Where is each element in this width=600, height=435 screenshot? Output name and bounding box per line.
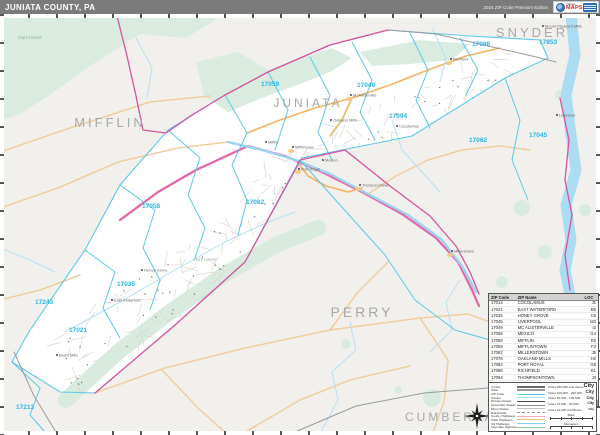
scale-bar: Kilometers [548, 422, 594, 429]
zip-label: 17853 [539, 39, 557, 46]
legend-city-row: Cities 250,000 And Above City [548, 383, 594, 390]
county-label: JUNIATA [273, 96, 342, 110]
town-label: Blairs Mills [59, 352, 78, 357]
town-label: Oakland Mills [333, 117, 357, 122]
town-dot [322, 159, 324, 161]
town-label: Mifflintown [295, 144, 314, 149]
zip-label: 17049 [357, 82, 375, 89]
town-dot [111, 299, 113, 301]
title-bar: JUNIATA COUNTY, PA 2024 ZIP Code Premium… [0, 0, 600, 14]
town-label: Millerstown [454, 248, 474, 253]
town-dot [451, 250, 453, 252]
town-dot [265, 141, 267, 143]
town-label: Cocolamus [399, 123, 419, 128]
map-legend: County State ZIP Code Stream Primary Roads Se… [488, 382, 597, 432]
town-dot [556, 114, 558, 116]
town-dot [450, 58, 452, 60]
town-label: Thompsontown [362, 182, 389, 187]
globe-icon [556, 2, 565, 12]
town-label: Liverpool [559, 112, 575, 117]
zip-label: 17035 [117, 281, 135, 288]
town-dot [330, 119, 332, 121]
county-label: PERRY [331, 304, 394, 320]
map-sheet: JUNIATA COUNTY, PA 2024 ZIP Code Premium… [0, 0, 600, 435]
forest-label: STATE FOREST [193, 258, 217, 262]
zip-label: 17021 [69, 327, 87, 334]
zip-label: 17243 [35, 299, 53, 306]
scale-bar: Miles [548, 413, 594, 421]
zip-label: 17082 [246, 199, 264, 206]
town-dot [56, 354, 58, 356]
town-label: Richfield [453, 56, 468, 61]
grid-ticks-top [0, 14, 600, 18]
town-dot [350, 94, 352, 96]
town-label: East Waterford [114, 297, 141, 302]
town-label: McAlisterville [353, 92, 377, 97]
county-label: MIFFLIN [74, 115, 146, 130]
town-label: Mexico [325, 157, 338, 162]
zip-label: 17045 [529, 132, 547, 139]
zip-label: 17094 [389, 113, 407, 120]
town-dot [141, 269, 143, 271]
map-title: JUNIATA COUNTY, PA [5, 2, 96, 12]
edition-label: 2024 ZIP Code Premium Edition [483, 4, 548, 10]
zip-label: 17058 [142, 203, 160, 210]
zip-label: 17062 [469, 137, 487, 144]
town-dot [298, 168, 300, 170]
town-dot [292, 146, 294, 148]
zip-label: 17059 [261, 81, 279, 88]
forest-label: STATE FOREST [18, 36, 42, 40]
zip-label: 17086 [472, 41, 490, 48]
marketmaps-logo: market MAPS [553, 1, 599, 13]
legend-line-row: Interstate Highways [491, 425, 546, 429]
zip-label: 17213 [16, 404, 34, 411]
logo-text-main: MAPS [566, 4, 583, 11]
legend-city-row: Cities 10,000 - 50,000 City [548, 401, 594, 406]
town-dot [396, 125, 398, 127]
county-label: SNYDER [496, 25, 568, 40]
town-label: Port Royal [301, 166, 320, 171]
town-label: Mifflin [268, 139, 278, 144]
legend-city-row: Cities 50,000 - 100,000 City [548, 395, 594, 401]
logo-web-chip [583, 2, 597, 12]
town-label: Honey Grove [144, 267, 168, 272]
grid-ticks-left [0, 14, 4, 435]
legend-city-row: Cities 10,000 And Below City [548, 407, 594, 412]
legend-city-row: Cities 100,000 - 250,000 City [548, 389, 594, 395]
town-dot [359, 184, 361, 186]
